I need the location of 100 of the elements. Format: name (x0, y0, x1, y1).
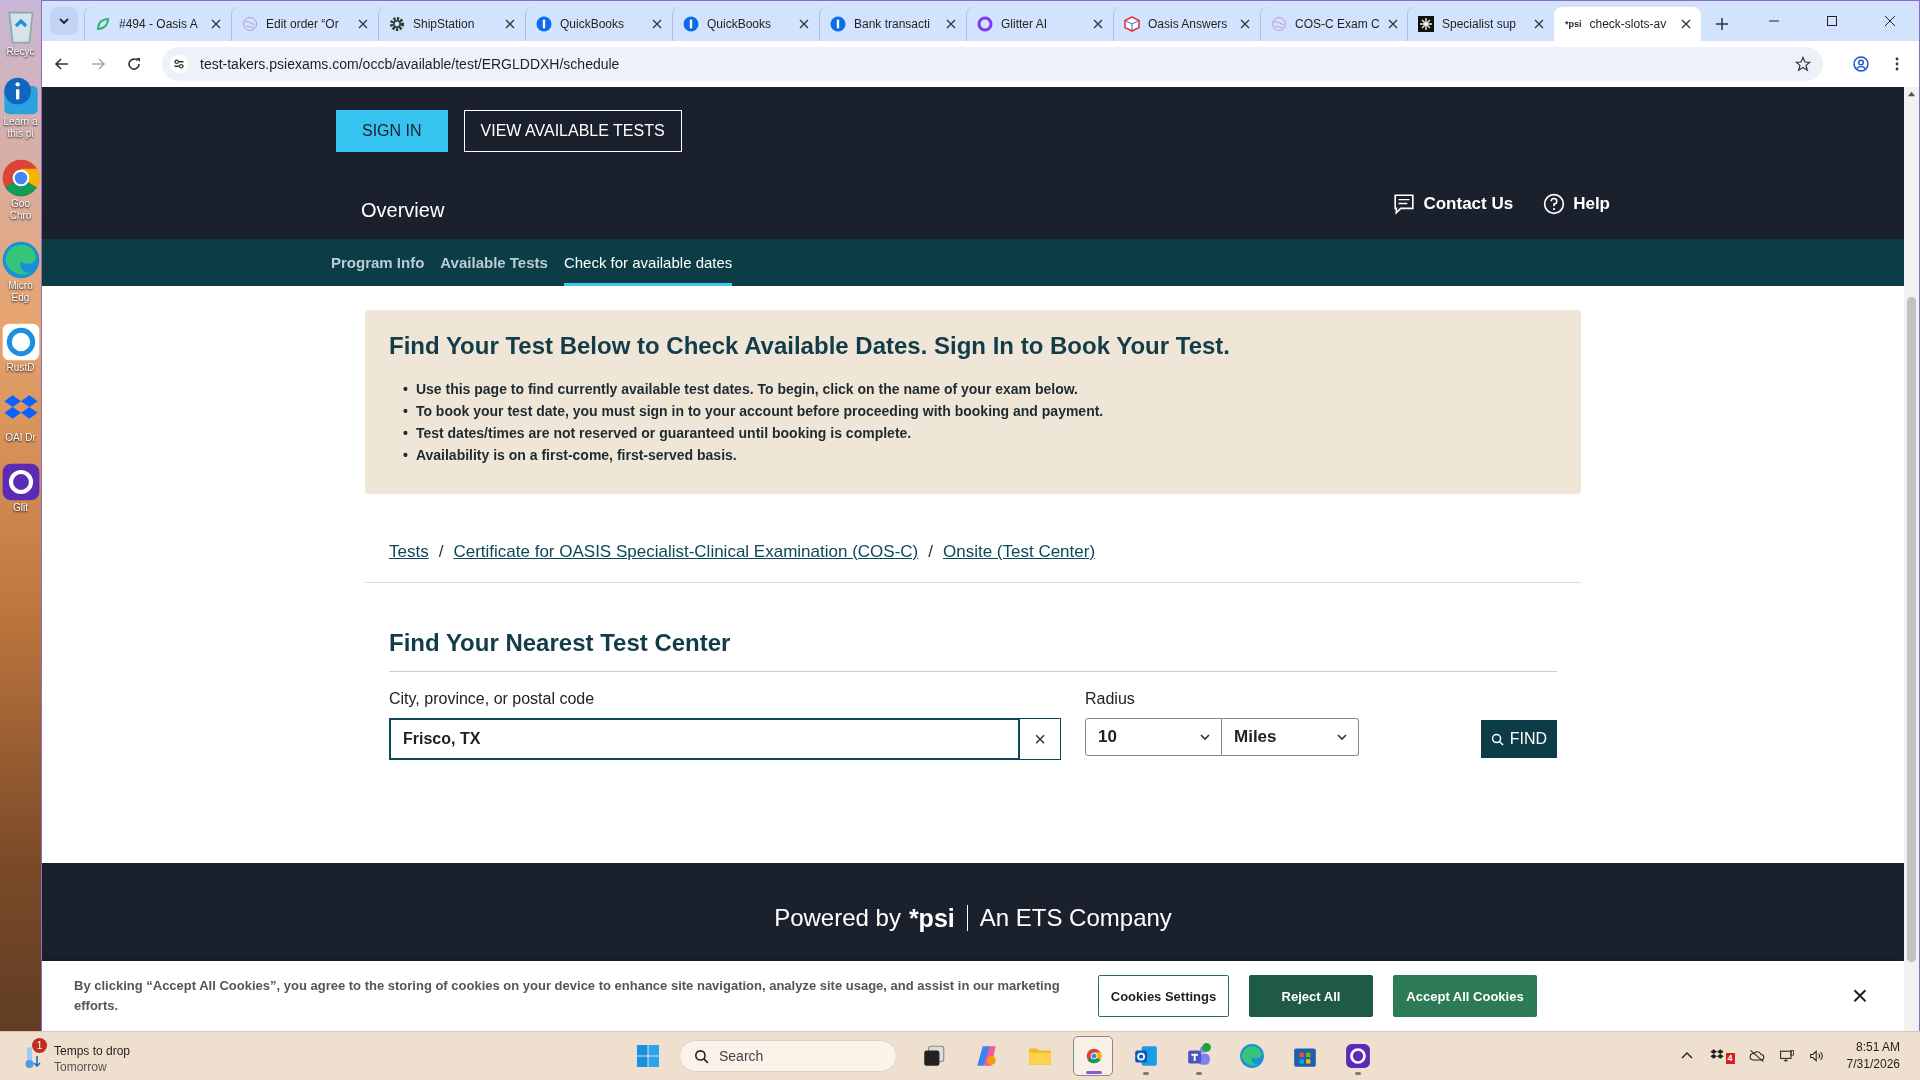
cookie-button[interactable]: Accept All Cookies (1393, 975, 1537, 1017)
section-title: Find Your Nearest Test Center (389, 629, 1557, 672)
profile-icon[interactable] (1853, 56, 1869, 72)
edge-icon (1239, 1043, 1265, 1069)
close-icon[interactable] (505, 19, 515, 29)
location-field[interactable]: Frisco, TX (389, 718, 1020, 760)
browser-tab[interactable]: *psi check-slots-av (1554, 7, 1701, 41)
leaf-icon (95, 16, 111, 32)
radius-select[interactable]: 10 (1085, 718, 1222, 756)
browser-tab[interactable]: Specialist sup (1407, 7, 1554, 41)
clock-time[interactable]: 8:51 AM (1855, 1039, 1900, 1056)
browser-tab[interactable]: QuickBooks (525, 7, 672, 41)
weather-title: Temps to drop (54, 1043, 131, 1059)
desktop-icon-label: OAI Dr (5, 432, 36, 444)
field-label: Radius (1085, 690, 1136, 708)
rustdesk-icon (0, 322, 41, 362)
notification-badge: 4 (1725, 1053, 1735, 1064)
browser-tab[interactable]: COS-C Exam C (1260, 7, 1407, 41)
browser-tab[interactable]: #494 - Oasis A (84, 7, 231, 41)
breadcrumb-link[interactable]: Certificate for OASIS Specialist-Clinical Examination (COS-C) (453, 542, 919, 562)
windows-start-icon[interactable] (636, 1044, 660, 1068)
breadcrumb-link[interactable]: Onsite (Test Center) (942, 542, 1096, 562)
desktop-icon-label: Recyc (6, 46, 35, 58)
clock-date[interactable]: 7/31/2026 (1846, 1056, 1900, 1073)
browser-tab[interactable]: QuickBooks (672, 7, 819, 41)
clear-button[interactable]: × (1020, 718, 1061, 760)
weather-widget[interactable]: 1 Temps to drop Tomorrow (22, 1035, 135, 1077)
notice-bullet: Use this page to find currently available test dates. To begin, click on the name of your exam below. (415, 380, 1078, 399)
close-icon[interactable] (1240, 19, 1250, 29)
site-settings-icon[interactable] (170, 55, 188, 73)
contact-us-link[interactable]: Contact Us (1393, 192, 1514, 215)
desktop-icon-label: Chro (9, 210, 32, 222)
circle-icon (683, 16, 699, 32)
bullet-marker: • (403, 380, 408, 399)
notice-bullet: Test dates/times are not reserved or guaranteed until booking is complete. (415, 424, 912, 443)
network-icon[interactable] (1778, 1048, 1795, 1064)
help-link[interactable]: Help (1543, 192, 1610, 215)
nav-tab[interactable]: Program Info (331, 239, 425, 286)
cloud-off-icon[interactable] (1748, 1048, 1765, 1064)
cookie-button[interactable]: Reject All (1249, 975, 1373, 1017)
desktop-icon-label: RustD (6, 362, 35, 374)
notification-badge: 1 (32, 1038, 47, 1053)
scrollbar-thumb[interactable] (1907, 297, 1916, 962)
volume-icon[interactable] (1808, 1048, 1825, 1064)
glitter-icon (1345, 1043, 1371, 1069)
close-icon[interactable] (652, 19, 662, 29)
glitter-icon (977, 16, 993, 32)
browser-tab[interactable]: Oasis Answers (1113, 7, 1260, 41)
browser-tab[interactable]: Bank transacti (819, 7, 966, 41)
close-button[interactable]: × (1847, 980, 1872, 1012)
overview-heading: Overview (361, 199, 445, 222)
reload-icon[interactable] (126, 56, 142, 72)
circle-icon (830, 16, 846, 32)
close-icon[interactable] (799, 19, 809, 29)
site-logo: *psi (1565, 19, 1582, 29)
circle-icon (536, 16, 552, 32)
question-icon (1543, 192, 1566, 215)
unit-select[interactable]: Miles (1222, 718, 1359, 756)
chat-icon (1393, 192, 1416, 215)
close-icon[interactable] (358, 19, 368, 29)
bullet-marker: • (403, 424, 408, 443)
close-icon[interactable] (946, 19, 956, 29)
close-icon[interactable] (211, 19, 221, 29)
close-icon[interactable] (1681, 19, 1691, 29)
breadcrumb-separator: / (438, 542, 444, 562)
cookie-notice-text: By clicking “Accept All Cookies”, you agree to the storing of cookies on your device to enhance site navigation, analyze site usage, and assist in our marketing efforts. (74, 977, 1061, 1015)
close-icon[interactable] (1387, 19, 1398, 29)
bookmark-star-icon[interactable] (1795, 56, 1811, 72)
back-arrow-icon[interactable] (54, 56, 70, 72)
scrollbar[interactable] (1904, 87, 1919, 1031)
chevron-down-icon (58, 15, 70, 27)
plus-icon[interactable] (1715, 17, 1729, 31)
taskbar-search-field[interactable]: Search (679, 1040, 897, 1072)
view-tests-button[interactable]: VIEW AVAILABLE TESTS (463, 110, 682, 152)
search-icon (694, 1048, 709, 1064)
sign-in-button[interactable]: SIGN IN (336, 110, 448, 152)
address-bar[interactable]: test-takers.psiexams.com/occb/available/test/ERGLDDXH/schedule (162, 47, 1823, 81)
nav-tab[interactable]: Available Tests (440, 239, 548, 286)
search-icon (1490, 732, 1504, 746)
gear-icon (389, 16, 405, 32)
task-view-icon (921, 1043, 947, 1069)
swirl-icon (1271, 16, 1287, 32)
close-icon[interactable] (1093, 19, 1103, 29)
breadcrumb-link[interactable]: Tests (389, 542, 429, 562)
psi-logo: *psi (908, 903, 955, 933)
desktop-icon-label: Glit (13, 502, 28, 514)
desktop-icon-label: Goo (11, 198, 30, 210)
browser-tab[interactable]: Glitter AI (966, 7, 1113, 41)
field-label: City, province, or postal code (389, 690, 596, 708)
find-button[interactable]: FIND (1480, 720, 1557, 758)
desktop-icon-label: Edg (11, 292, 30, 304)
close-icon[interactable] (1534, 19, 1544, 29)
scroll-up-icon[interactable] (1907, 90, 1916, 99)
nav-tab[interactable]: Check for available dates (563, 239, 733, 286)
cookie-button[interactable]: Cookies Settings (1098, 975, 1229, 1017)
tab-search-button[interactable] (50, 7, 78, 35)
browser-tab[interactable]: Edit order “Or (231, 7, 378, 41)
browser-tab[interactable]: ShipStation (378, 7, 525, 41)
desktop-icon-label: Micro (8, 280, 33, 292)
company-text: An ETS Company (979, 904, 1172, 932)
